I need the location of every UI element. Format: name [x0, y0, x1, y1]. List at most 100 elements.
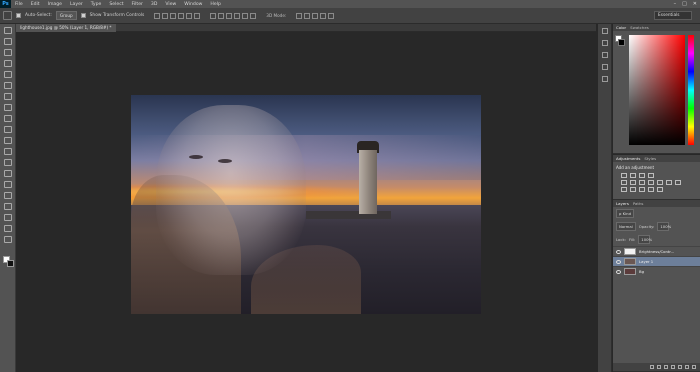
menu-help[interactable]: Help — [206, 2, 224, 7]
brush-panel-icon[interactable] — [601, 64, 608, 70]
selective-color-icon[interactable] — [648, 187, 654, 192]
tab-adjustments[interactable]: Adjustments — [616, 156, 640, 161]
color-lookup-icon[interactable] — [675, 180, 681, 185]
layer-row[interactable]: Layer 1 — [613, 256, 700, 266]
color-picker-field[interactable] — [629, 35, 685, 145]
align-hcenter-icon[interactable] — [186, 12, 193, 19]
distribute-hcenter-icon[interactable] — [242, 12, 249, 19]
add-mask-icon[interactable] — [664, 365, 668, 369]
panel-background-swatch[interactable] — [618, 39, 625, 46]
align-bottom-icon[interactable] — [170, 12, 177, 19]
menu-type[interactable]: Type — [87, 2, 106, 7]
distribute-bottom-icon[interactable] — [226, 12, 233, 19]
document-canvas[interactable] — [131, 95, 481, 314]
brightness-contrast-icon[interactable] — [621, 173, 627, 178]
tab-styles[interactable]: Styles — [644, 156, 656, 161]
tab-layers[interactable]: Layers — [616, 201, 629, 206]
background-color-swatch[interactable] — [7, 260, 14, 267]
opacity-field[interactable]: 100% — [657, 222, 671, 231]
close-button[interactable]: ✕ — [693, 1, 697, 7]
exposure-icon[interactable] — [648, 173, 654, 178]
menu-select[interactable]: Select — [105, 2, 127, 7]
layer-row[interactable]: Brightness/Contr... — [613, 246, 700, 256]
hand-tool-icon[interactable] — [4, 225, 12, 232]
auto-select-target-dropdown[interactable]: Group — [55, 11, 77, 20]
levels-icon[interactable] — [630, 173, 636, 178]
eraser-tool-icon[interactable] — [4, 137, 12, 144]
align-vcenter-icon[interactable] — [162, 12, 169, 19]
menu-3d[interactable]: 3D — [147, 2, 161, 7]
3d-pan-icon[interactable] — [312, 12, 319, 19]
delete-layer-icon[interactable] — [692, 365, 696, 369]
distribute-left-icon[interactable] — [234, 12, 241, 19]
character-panel-icon[interactable] — [601, 76, 608, 82]
hue-slider[interactable] — [688, 35, 694, 145]
layer-row[interactable]: Bg — [613, 266, 700, 276]
menu-window[interactable]: Window — [180, 2, 206, 7]
minimize-button[interactable]: – — [674, 1, 677, 7]
link-layers-icon[interactable] — [650, 365, 654, 369]
type-tool-icon[interactable] — [4, 192, 12, 199]
zoom-tool-icon[interactable] — [4, 236, 12, 243]
crop-tool-icon[interactable] — [4, 71, 12, 78]
tab-paths[interactable]: Paths — [633, 201, 644, 206]
blend-mode-dropdown[interactable]: Normal — [616, 222, 636, 231]
move-tool-icon[interactable] — [4, 27, 12, 34]
color-balance-icon[interactable] — [639, 180, 645, 185]
align-top-icon[interactable] — [154, 12, 161, 19]
fill-field[interactable]: 100% — [638, 235, 652, 244]
menu-view[interactable]: View — [161, 2, 180, 7]
visibility-eye-icon[interactable] — [616, 269, 621, 274]
clone-stamp-icon[interactable] — [4, 115, 12, 122]
tab-color[interactable]: Color — [616, 25, 626, 30]
photo-filter-icon[interactable] — [657, 180, 663, 185]
layer-kind-filter[interactable]: ρ Kind — [616, 209, 634, 218]
menu-edit[interactable]: Edit — [27, 2, 44, 7]
vibrance-icon[interactable] — [621, 180, 627, 185]
invert-icon[interactable] — [621, 187, 627, 192]
path-select-icon[interactable] — [4, 203, 12, 210]
menu-layer[interactable]: Layer — [66, 2, 87, 7]
move-tool-preset-icon[interactable] — [3, 11, 12, 20]
3d-scale-icon[interactable] — [328, 12, 335, 19]
distribute-vcenter-icon[interactable] — [218, 12, 225, 19]
3d-slide-icon[interactable] — [320, 12, 327, 19]
lasso-tool-icon[interactable] — [4, 49, 12, 56]
distribute-top-icon[interactable] — [210, 12, 217, 19]
dodge-tool-icon[interactable] — [4, 170, 12, 177]
brush-tool-icon[interactable] — [4, 104, 12, 111]
threshold-icon[interactable] — [639, 187, 645, 192]
info-panel-icon[interactable] — [601, 52, 608, 58]
posterize-icon[interactable] — [630, 187, 636, 192]
menu-filter[interactable]: Filter — [128, 2, 147, 7]
healing-brush-icon[interactable] — [4, 93, 12, 100]
maximize-button[interactable]: □ — [682, 1, 687, 7]
visibility-eye-icon[interactable] — [616, 249, 621, 254]
new-layer-icon[interactable] — [685, 365, 689, 369]
curves-icon[interactable] — [639, 173, 645, 178]
quick-select-tool-icon[interactable] — [4, 60, 12, 67]
gradient-map-icon[interactable] — [657, 187, 663, 192]
history-panel-icon[interactable] — [601, 28, 608, 34]
blur-tool-icon[interactable] — [4, 159, 12, 166]
menu-file[interactable]: File — [11, 2, 27, 7]
distribute-right-icon[interactable] — [250, 12, 257, 19]
new-group-icon[interactable] — [678, 365, 682, 369]
align-right-icon[interactable] — [194, 12, 201, 19]
new-adjustment-icon[interactable] — [671, 365, 675, 369]
gradient-tool-icon[interactable] — [4, 148, 12, 155]
3d-roll-icon[interactable] — [304, 12, 311, 19]
auto-select-checkbox[interactable] — [16, 13, 21, 18]
properties-panel-icon[interactable] — [601, 40, 608, 46]
workspace-dropdown[interactable]: Essentials — [654, 11, 692, 20]
show-transform-checkbox[interactable] — [80, 13, 86, 18]
align-left-icon[interactable] — [178, 12, 185, 19]
pen-tool-icon[interactable] — [4, 181, 12, 188]
menu-image[interactable]: Image — [44, 2, 66, 7]
history-brush-icon[interactable] — [4, 126, 12, 133]
marquee-tool-icon[interactable] — [4, 38, 12, 45]
visibility-eye-icon[interactable] — [616, 259, 621, 264]
document-tab[interactable]: lighthouse1.jpg @ 50% (Layer 1, RGB/8#) … — [16, 24, 116, 32]
tab-swatches[interactable]: Swatches — [630, 25, 649, 30]
3d-rotate-icon[interactable] — [296, 12, 303, 19]
